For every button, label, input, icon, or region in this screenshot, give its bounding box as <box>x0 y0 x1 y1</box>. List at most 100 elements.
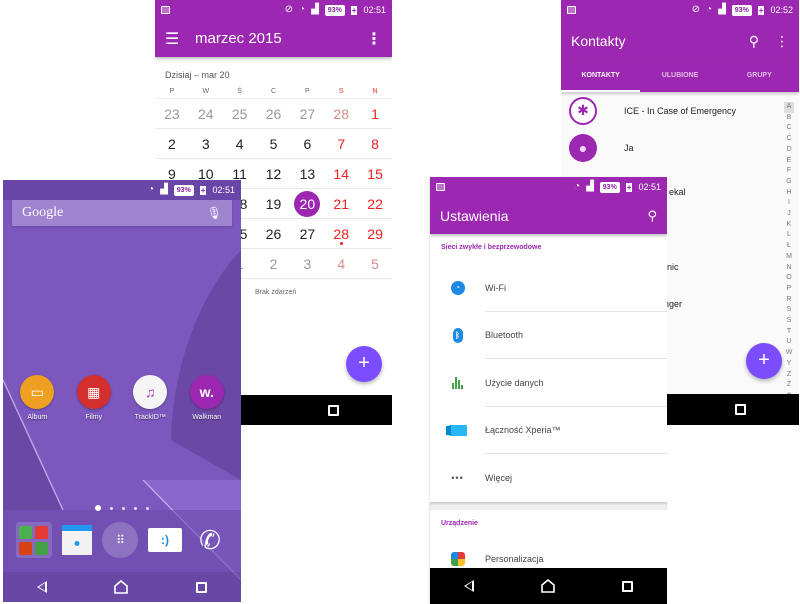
back-button[interactable] <box>463 580 474 592</box>
alphabet-letter[interactable]: I <box>788 198 790 209</box>
tab-groups[interactable]: GRUPY <box>720 62 799 92</box>
day-cell[interactable]: 5 <box>358 256 392 272</box>
day-cell[interactable]: 28 <box>324 226 358 242</box>
alphabet-letter[interactable]: L <box>787 230 791 241</box>
day-cell[interactable]: 5 <box>257 136 291 152</box>
day-number: 5 <box>269 135 278 152</box>
alphabet-letter[interactable]: J <box>787 209 791 220</box>
alphabet-letter[interactable]: Ł <box>787 241 791 252</box>
alphabet-letter[interactable]: Z <box>787 370 791 381</box>
month-title[interactable]: marzec 2015 <box>195 30 366 47</box>
day-cell[interactable]: 23 <box>155 106 189 122</box>
add-contact-button[interactable]: + <box>746 343 782 379</box>
alphabet-letter[interactable]: K <box>787 220 792 231</box>
alphabet-letter[interactable]: E <box>787 156 792 167</box>
home-button[interactable] <box>541 578 555 593</box>
alphabet-letter[interactable]: P <box>787 284 792 295</box>
day-cell[interactable]: 3 <box>290 256 324 272</box>
app-movies[interactable]: ▦ Filmy <box>69 375 119 421</box>
day-cell[interactable]: 24 <box>189 106 223 122</box>
alphabet-letter[interactable]: D <box>786 145 791 156</box>
alphabet-letter[interactable]: Ż <box>787 380 791 391</box>
search-icon[interactable]: ⚲ <box>749 33 759 50</box>
menu-icon[interactable]: ☰ <box>165 29 195 49</box>
alphabet-letter[interactable]: C <box>786 123 791 134</box>
alphabet-letter[interactable]: O <box>786 273 791 284</box>
day-cell[interactable]: 26 <box>257 226 291 242</box>
search-icon[interactable]: ⚲ <box>647 208 657 224</box>
settings-item-bluetooth[interactable]: ᛒ Bluetooth <box>430 312 667 360</box>
day-cell[interactable]: 29 <box>358 226 392 242</box>
microphone-icon[interactable]: 🎙︎ <box>207 206 222 220</box>
alphabet-letter[interactable]: Ć <box>786 134 791 145</box>
day-cell[interactable]: 25 <box>223 106 257 122</box>
contact-name-partial[interactable]: ekal <box>669 187 686 197</box>
alphabet-letter[interactable]: Y <box>787 359 792 370</box>
recent-apps-button[interactable] <box>196 581 208 593</box>
recent-apps-button[interactable] <box>734 404 746 415</box>
day-cell[interactable]: 14 <box>324 166 358 182</box>
settings-item-wifi[interactable]: ◔ Wi-Fi <box>430 264 667 312</box>
more-options-icon[interactable]: ⋮ <box>366 29 382 49</box>
day-cell[interactable]: 15 <box>358 166 392 182</box>
app-trackid[interactable]: ♫ TrackID™ <box>125 375 175 421</box>
day-cell[interactable]: 27 <box>290 106 324 122</box>
app-album[interactable]: ▭ Album <box>12 375 62 421</box>
alphabet-letter[interactable]: N <box>786 263 791 274</box>
alphabet-letter[interactable]: S <box>787 305 792 316</box>
battery-level: 93% <box>731 4 752 16</box>
alphabet-letter[interactable]: W <box>786 348 793 359</box>
day-cell[interactable]: 4 <box>223 136 257 152</box>
alphabet-letter[interactable]: T <box>787 327 791 338</box>
google-apps-folder[interactable] <box>16 522 52 558</box>
calendar-app-icon[interactable] <box>62 525 92 555</box>
day-cell[interactable]: 8 <box>358 136 392 152</box>
alphabet-letter[interactable]: B <box>787 113 792 124</box>
app-walkman[interactable]: w. Walkman <box>182 375 232 421</box>
day-cell[interactable]: 3 <box>189 136 223 152</box>
day-cell[interactable]: 2 <box>155 136 189 152</box>
tab-contacts[interactable]: KONTAKTY <box>561 62 641 92</box>
day-cell[interactable]: 7 <box>324 136 358 152</box>
add-event-button[interactable]: + <box>346 346 382 382</box>
alphabet-letter[interactable]: Ś <box>787 316 792 327</box>
day-cell[interactable]: 20 <box>290 190 324 217</box>
alphabet-letter[interactable]: F <box>787 166 791 177</box>
day-cell[interactable]: 4 <box>324 256 358 272</box>
alphabet-scroller[interactable]: ABCĆDEFGHIJKLŁMNOPRSŚTUWYZŻ# <box>784 102 794 402</box>
tab-favorites[interactable]: ULUBIONE <box>640 62 719 92</box>
home-button[interactable] <box>114 579 129 594</box>
day-cell[interactable]: 1 <box>358 106 392 122</box>
contact-name-partial[interactable]: nic <box>667 262 679 272</box>
messaging-app-icon[interactable]: :) <box>148 528 182 552</box>
settings-item-more[interactable]: ••• Więcej <box>430 454 667 502</box>
alphabet-letter[interactable]: R <box>786 295 791 306</box>
app-toolbar: Kontakty ⚲ ⋮ <box>561 20 799 62</box>
recent-apps-button[interactable] <box>622 580 634 592</box>
alphabet-letter[interactable]: U <box>786 337 791 348</box>
recent-apps-button[interactable] <box>328 404 339 416</box>
list-item[interactable]: ✱ ICE - In Case of Emergency <box>561 92 799 129</box>
alphabet-letter[interactable]: G <box>786 177 791 188</box>
day-cell[interactable]: 28 <box>324 106 358 122</box>
day-cell[interactable]: 12 <box>257 166 291 182</box>
alphabet-letter[interactable]: H <box>786 188 791 199</box>
back-button[interactable] <box>36 581 47 593</box>
app-drawer-icon[interactable]: ⠿ <box>102 522 138 558</box>
alphabet-letter[interactable]: M <box>786 252 792 263</box>
day-cell[interactable]: 19 <box>257 196 291 212</box>
day-cell[interactable]: 27 <box>290 226 324 242</box>
more-options-icon[interactable]: ⋮ <box>775 33 789 50</box>
settings-item-xperia-connectivity[interactable]: Łączność Xperia™ <box>430 407 667 455</box>
day-cell[interactable]: 22 <box>358 196 392 212</box>
day-cell[interactable]: 2 <box>257 256 291 272</box>
day-cell[interactable]: 26 <box>257 106 291 122</box>
list-item[interactable]: ● Ja <box>561 129 799 166</box>
google-search-widget[interactable]: Google 🎙︎ <box>12 200 232 226</box>
day-cell[interactable]: 13 <box>290 166 324 182</box>
alphabet-letter[interactable]: A <box>784 102 794 113</box>
day-cell[interactable]: 6 <box>290 136 324 152</box>
settings-item-data-usage[interactable]: Użycie danych <box>430 359 667 407</box>
day-cell[interactable]: 21 <box>324 196 358 212</box>
phone-app-icon[interactable]: ✆ <box>192 522 228 558</box>
